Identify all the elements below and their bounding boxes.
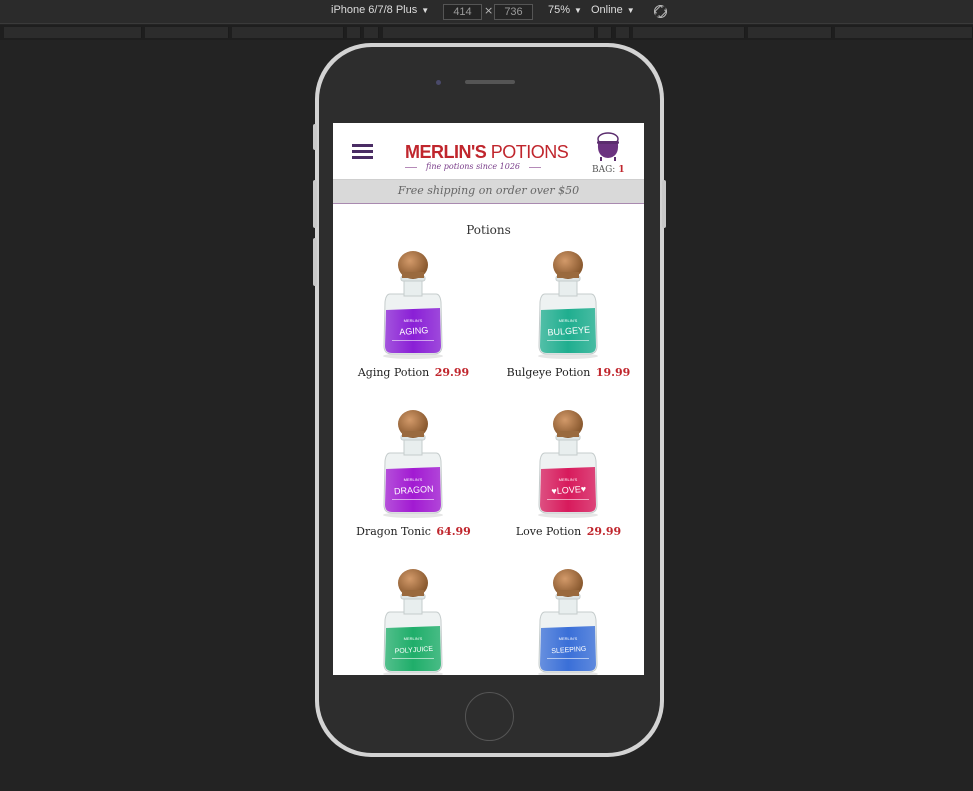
network-select[interactable]: Online ▼ bbox=[591, 4, 635, 16]
promo-banner: Free shipping on order over $50 bbox=[333, 180, 644, 204]
page-title: Potions bbox=[466, 223, 511, 237]
times-icon: × bbox=[484, 4, 494, 17]
volume-down-button bbox=[313, 238, 317, 286]
network-label: Online bbox=[591, 4, 623, 16]
logo-word-potions: POTIONS bbox=[490, 142, 569, 162]
potion-bottle-image[interactable]: MERLIN’S♥LOVE♥ bbox=[535, 409, 601, 519]
logo-tagline: fine potions since 1026 bbox=[405, 162, 541, 172]
product-caption: Aging Potion 29.99 bbox=[336, 366, 491, 379]
potion-bottle-image[interactable]: MERLIN’SDRAGON bbox=[380, 409, 446, 519]
bag-status: BAG: 1 bbox=[592, 165, 625, 175]
product-name[interactable]: Dragon Tonic bbox=[356, 525, 431, 538]
product-card[interactable]: MERLIN’S DRAGON Dragon Tonic 64.99 bbox=[336, 409, 491, 569]
chevron-down-icon: ▼ bbox=[574, 6, 582, 15]
product-card[interactable]: MERLIN’S SLEEPING bbox=[491, 568, 644, 675]
media-query-segment[interactable] bbox=[598, 27, 612, 38]
product-price: 19.99 bbox=[595, 366, 631, 379]
devtools-toolbar: iPhone 6/7/8 Plus ▼ 414 × 736 75% ▼ Online… bbox=[0, 0, 973, 24]
potion-bottle-image[interactable]: MERLIN’SBULGEYE bbox=[535, 250, 601, 360]
height-input[interactable]: 736 bbox=[494, 4, 533, 20]
bag-count: 1 bbox=[618, 165, 625, 175]
zoom-select[interactable]: 75% ▼ bbox=[548, 4, 582, 16]
product-card[interactable]: MERLIN’S POLYJUICE bbox=[336, 568, 491, 675]
camera-icon bbox=[436, 80, 441, 85]
svg-text:MERLIN’S: MERLIN’S bbox=[559, 636, 578, 641]
device-screen: MERLIN'S POTIONS fine potions since 1026… bbox=[333, 123, 644, 675]
product-price: 29.99 bbox=[586, 525, 622, 538]
shopping-bag[interactable]: BAG: 1 bbox=[592, 132, 625, 176]
device-select[interactable]: iPhone 6/7/8 Plus ▼ bbox=[331, 4, 429, 16]
product-card[interactable]: MERLIN’S AGING Aging Potion 29.99 bbox=[336, 250, 491, 410]
potion-bottle-image[interactable]: MERLIN’SPOLYJUICE bbox=[380, 568, 446, 675]
cauldron-icon bbox=[597, 132, 619, 161]
volume-up-button bbox=[313, 180, 317, 228]
svg-text:AGING: AGING bbox=[399, 325, 429, 337]
media-query-bar bbox=[0, 25, 973, 40]
site-logo[interactable]: MERLIN'S POTIONS fine potions since 1026 bbox=[405, 142, 569, 176]
media-query-segment[interactable] bbox=[383, 27, 595, 38]
home-button[interactable] bbox=[465, 692, 514, 741]
product-name[interactable]: Love Potion bbox=[516, 525, 581, 538]
logo-word-merlins: MERLIN'S bbox=[405, 142, 487, 162]
width-input[interactable]: 414 bbox=[443, 4, 482, 20]
svg-text:MERLIN’S: MERLIN’S bbox=[404, 636, 423, 641]
media-query-segment[interactable] bbox=[835, 27, 973, 38]
media-query-segment[interactable] bbox=[633, 27, 745, 38]
svg-text:MERLIN’S: MERLIN’S bbox=[404, 477, 423, 482]
speaker-grille bbox=[465, 80, 515, 84]
media-query-segment[interactable] bbox=[748, 27, 832, 38]
potion-bottle-image[interactable]: MERLIN’S AGING bbox=[380, 250, 446, 360]
product-caption: Dragon Tonic 64.99 bbox=[336, 525, 491, 538]
menu-icon[interactable] bbox=[352, 144, 373, 160]
power-button bbox=[662, 180, 666, 228]
svg-text:MERLIN’S: MERLIN’S bbox=[559, 318, 578, 323]
zoom-label: 75% bbox=[548, 4, 571, 16]
chevron-down-icon: ▼ bbox=[626, 6, 635, 15]
logo-wordmark: MERLIN'S POTIONS bbox=[405, 142, 569, 162]
media-query-segment[interactable] bbox=[347, 27, 361, 38]
product-price: 64.99 bbox=[436, 525, 471, 538]
potion-bottle-image[interactable]: MERLIN’SSLEEPING bbox=[535, 568, 601, 675]
product-caption: Love Potion 29.99 bbox=[491, 525, 644, 538]
media-query-segment[interactable] bbox=[4, 27, 142, 38]
mute-switch bbox=[313, 124, 317, 150]
media-query-segment[interactable] bbox=[145, 27, 229, 38]
product-name[interactable]: Bulgeye Potion bbox=[507, 366, 591, 379]
product-price: 29.99 bbox=[434, 366, 470, 379]
chevron-down-icon: ▼ bbox=[421, 6, 430, 15]
product-card[interactable]: MERLIN’S BULGEYE Bulgeye Potion 19.99 bbox=[491, 250, 644, 410]
site-header: MERLIN'S POTIONS fine potions since 1026… bbox=[333, 123, 644, 180]
svg-text:MERLIN’S: MERLIN’S bbox=[404, 318, 423, 323]
product-caption: Bulgeye Potion 19.99 bbox=[491, 366, 644, 379]
product-card[interactable]: MERLIN’S ♥LOVE♥ Love Potion 29.99 bbox=[491, 409, 644, 569]
media-query-segment[interactable] bbox=[232, 27, 344, 38]
rotate-icon[interactable] bbox=[654, 5, 667, 18]
product-name[interactable]: Aging Potion bbox=[358, 366, 429, 379]
bag-label: BAG: bbox=[592, 165, 616, 175]
svg-text:MERLIN’S: MERLIN’S bbox=[559, 477, 578, 482]
media-query-segment[interactable] bbox=[364, 27, 379, 38]
device-label: iPhone 6/7/8 Plus bbox=[331, 4, 418, 16]
media-query-segment[interactable] bbox=[616, 27, 630, 38]
